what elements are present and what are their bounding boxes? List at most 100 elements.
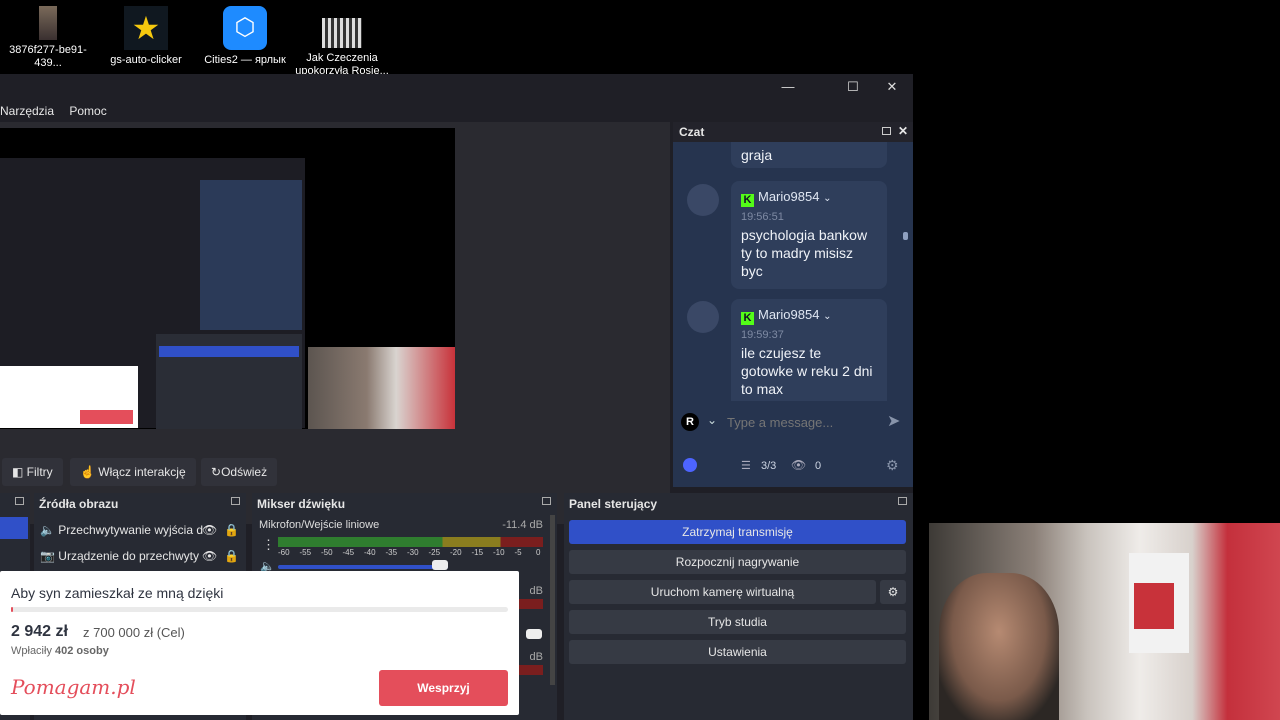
username[interactable]: Mario9854 bbox=[758, 189, 819, 204]
account-avatar[interactable]: R bbox=[681, 413, 699, 431]
star-icon: ★ bbox=[124, 6, 168, 50]
camera-icon: 📷 bbox=[40, 549, 59, 563]
eye-icon[interactable]: 👁 bbox=[202, 523, 217, 537]
studio-mode-button[interactable]: Tryb studia bbox=[569, 610, 906, 634]
refresh-button[interactable]: ↻Odśwież bbox=[201, 458, 278, 486]
popout-icon[interactable] bbox=[15, 497, 24, 505]
refresh-label: Odśwież bbox=[221, 465, 268, 479]
gear-icon: ⚙ bbox=[887, 585, 899, 599]
kick-icon: K bbox=[741, 312, 754, 325]
meter-tick-label: -20 bbox=[450, 548, 462, 557]
scenes-header bbox=[0, 493, 30, 513]
source-item[interactable]: 🔈 Przechwytywanie wyjścia d 👁 🔒 bbox=[34, 517, 246, 543]
mixer-level-3: dB bbox=[529, 651, 543, 663]
gear-icon[interactable]: ⚙ bbox=[886, 457, 899, 474]
message-user: K Mario9854 ⌄ bbox=[741, 189, 877, 207]
chevron-down-icon[interactable]: ⌄ bbox=[707, 413, 717, 427]
close-icon[interactable]: ✕ bbox=[898, 124, 908, 138]
donation-amount: 2 942 zł bbox=[11, 623, 68, 640]
close-button[interactable]: ✕ bbox=[882, 79, 902, 95]
donation-progress-fill bbox=[11, 607, 14, 612]
chat-message-input[interactable] bbox=[727, 411, 877, 433]
volume-slider[interactable] bbox=[278, 565, 448, 569]
chat-footer: ☰ 3/3 👁 0 ⚙ bbox=[673, 452, 913, 482]
chat-dock-header: Czat ✕ bbox=[673, 122, 913, 142]
meter-tick-label: 0 bbox=[536, 548, 541, 557]
app-logo-icon[interactable] bbox=[683, 458, 697, 472]
mixer-header: Mikser dźwięku bbox=[252, 493, 557, 513]
mixer-scrollbar[interactable] bbox=[550, 515, 555, 685]
virtual-camera-settings-button[interactable]: ⚙ bbox=[880, 580, 906, 604]
payers-label: Wpłaciły bbox=[11, 645, 52, 657]
slots-icon: ☰ bbox=[741, 460, 751, 472]
send-icon[interactable]: ➤ bbox=[887, 411, 900, 431]
chat-message: K Mario9854 ⌄ 19:56:51 psychologia bankow… bbox=[731, 181, 887, 289]
meter-tick-label: -45 bbox=[342, 548, 355, 557]
desktop-icon-gs-auto-clicker[interactable]: ★ gs-auto-clicker bbox=[96, 6, 196, 67]
source-item[interactable]: 📷 Urządzenie do przechwyty 👁 🔒 bbox=[34, 543, 246, 569]
eye-icon[interactable]: 👁 bbox=[202, 549, 217, 563]
nested-donate-button bbox=[80, 410, 133, 424]
cities-app-icon: ⬡ bbox=[223, 6, 267, 50]
message-text: psychologia bankow ty to madry misisz by… bbox=[741, 227, 868, 279]
kebab-menu-icon[interactable]: ⋮ bbox=[262, 537, 275, 553]
payers-count: 402 osoby bbox=[55, 645, 109, 657]
viewers-count: 0 bbox=[815, 460, 822, 472]
menu-help[interactable]: Pomoc bbox=[69, 104, 106, 118]
person-silhouette bbox=[939, 573, 1059, 720]
support-button[interactable]: Wesprzyj bbox=[379, 670, 508, 706]
lock-icon[interactable]: 🔒 bbox=[224, 549, 239, 563]
meter-tick-label: -30 bbox=[407, 548, 419, 557]
title-bar: — ☐ ✕ bbox=[0, 74, 913, 100]
stop-streaming-button[interactable]: Zatrzymaj transmisję bbox=[569, 520, 906, 544]
interact-label: Włącz interakcję bbox=[98, 465, 186, 479]
settings-button[interactable]: Ustawienia bbox=[569, 640, 906, 664]
donation-title: Aby syn zamieszkał ze mną dzięki bbox=[11, 585, 224, 601]
donation-widget: Aby syn zamieszkał ze mną dzięki 2 942 z… bbox=[0, 571, 519, 715]
mixer-meter-3 bbox=[518, 665, 543, 675]
volume-slider-handle[interactable] bbox=[432, 560, 448, 570]
kick-icon: K bbox=[741, 194, 754, 207]
donation-goal: z 700 000 zł (Cel) bbox=[83, 625, 185, 640]
preview-canvas[interactable] bbox=[0, 128, 455, 429]
desktop-icon-video[interactable]: Jak Czeczenia upokorzyła Rosię... bbox=[292, 6, 392, 78]
filter-icon: ◧ bbox=[12, 465, 27, 479]
source-label: Przechwytywanie wyjścia d bbox=[58, 523, 203, 537]
webcam-thumbnail bbox=[308, 347, 455, 429]
maximize-button[interactable]: ☐ bbox=[843, 79, 863, 95]
desktop-icon-label: Cities2 — ярлык bbox=[204, 54, 286, 66]
controls-dock: Panel sterujący Zatrzymaj transmisję Roz… bbox=[564, 493, 913, 720]
filters-button[interactable]: ◧ Filtry bbox=[2, 458, 63, 486]
chevron-down-icon[interactable]: ⌄ bbox=[823, 311, 831, 322]
sources-header: Źródła obrazu bbox=[34, 493, 246, 513]
popout-icon[interactable] bbox=[542, 497, 551, 505]
chevron-down-icon[interactable]: ⌄ bbox=[823, 193, 831, 204]
lock-icon[interactable]: 🔒 bbox=[224, 523, 239, 537]
popout-icon[interactable] bbox=[231, 497, 240, 505]
scene-selected[interactable] bbox=[0, 517, 28, 539]
menu-tools[interactable]: Narzędzia bbox=[0, 104, 54, 118]
sources-title: Źródła obrazu bbox=[39, 497, 119, 511]
username[interactable]: Mario9854 bbox=[758, 307, 819, 322]
desktop-icon-file[interactable]: 3876f277-be91-439... bbox=[0, 6, 98, 70]
mixer-title: Mikser dźwięku bbox=[257, 497, 346, 511]
popout-icon[interactable] bbox=[898, 497, 907, 505]
nested-blue-button bbox=[159, 346, 299, 357]
avatar bbox=[687, 301, 719, 333]
virtual-camera-button[interactable]: Uruchom kamerę wirtualną bbox=[569, 580, 876, 604]
desktop-icon-cities2[interactable]: ⬡ Cities2 — ярлык bbox=[195, 6, 295, 67]
message-text: graja bbox=[741, 147, 773, 163]
chat-title: Czat bbox=[679, 125, 705, 139]
minimize-button[interactable]: — bbox=[778, 79, 798, 95]
popout-icon[interactable] bbox=[882, 127, 891, 135]
eye-icon: 👁 bbox=[791, 458, 807, 472]
meter-tick-label: -40 bbox=[364, 548, 376, 557]
volume-slider-handle-2[interactable] bbox=[526, 629, 542, 639]
chat-scrollbar[interactable] bbox=[903, 232, 908, 240]
speaker-icon: 🔈 bbox=[40, 523, 59, 537]
meter-tick-label: -5 bbox=[514, 548, 522, 557]
mixer-channel-name: Mikrofon/Wejście liniowe bbox=[259, 519, 380, 531]
meter-tick-label: -55 bbox=[299, 548, 312, 557]
interact-button[interactable]: ☝ Włącz interakcję bbox=[70, 458, 196, 486]
start-recording-button[interactable]: Rozpocznij nagrywanie bbox=[569, 550, 906, 574]
